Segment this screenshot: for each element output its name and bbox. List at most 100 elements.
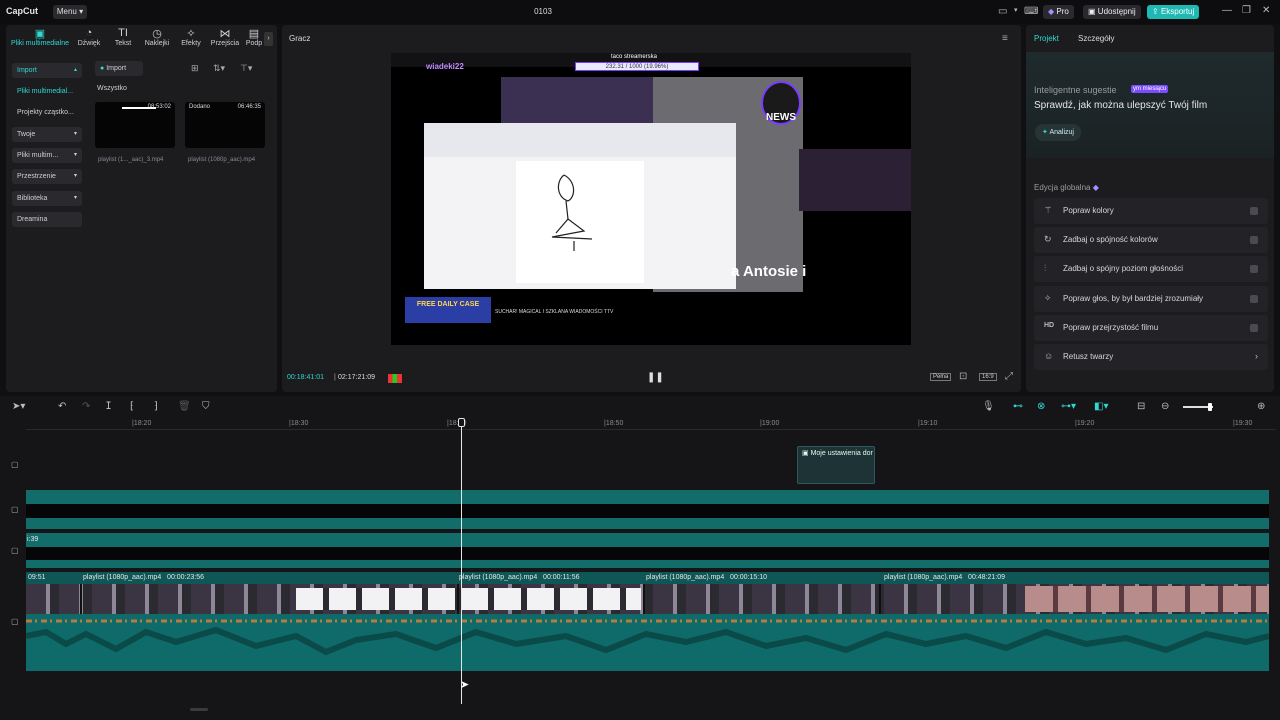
global-item-volume[interactable]: ⫶ Zadbaj o spójny poziom głośności <box>1034 256 1268 282</box>
track-lock-icon[interactable]: ▢ <box>11 460 19 469</box>
tab-captions[interactable]: ▤ Podp <box>242 27 266 51</box>
toggle[interactable] <box>1250 236 1258 244</box>
magnet-icon[interactable]: ⊷ <box>1013 401 1023 412</box>
layout-dropdown-icon[interactable]: ▾ <box>1014 6 1018 14</box>
tabs-scroll-right-icon[interactable]: › <box>264 32 273 46</box>
toggle[interactable] <box>1250 265 1258 273</box>
fullscreen-icon[interactable]: ⤢ <box>1005 371 1013 382</box>
transitions-icon: ⋈ <box>219 28 231 40</box>
playhead[interactable] <box>461 420 462 704</box>
fit-icon[interactable]: ⊡ <box>959 371 967 382</box>
text-clip-label: ▣ Moje ustawienia dor <box>802 450 873 457</box>
sort-icon[interactable]: ⇅▾ <box>213 63 225 74</box>
undo-icon[interactable]: ↶ <box>58 401 66 412</box>
stick-figure-drawing <box>551 174 593 251</box>
tab-stickers[interactable]: ◷ Naklejki <box>140 27 174 51</box>
shortcuts-icon[interactable]: ⌨ <box>1024 6 1038 17</box>
timeline-scrollbar[interactable] <box>190 708 208 711</box>
sidebar-item-dreamina[interactable]: Dreamina <box>12 212 82 227</box>
track-lock-icon[interactable]: ▢ <box>11 617 19 626</box>
global-item-face[interactable]: ☺ Retusz twarzy › <box>1034 344 1268 370</box>
split-right-icon[interactable]: ⁆ <box>154 401 158 412</box>
analyze-button[interactable]: ✦ Analizuj <box>1035 124 1081 141</box>
sidebar-item-media-2[interactable]: Pliki multim... ▾ <box>12 148 82 163</box>
chevron-down-icon: ▾ <box>73 195 77 201</box>
maximize-icon[interactable]: ❐ <box>1242 5 1251 16</box>
zoom-slider-handle[interactable] <box>1208 403 1212 411</box>
tab-audio[interactable]: ◔ Dźwięk <box>72 27 106 51</box>
webcam-overlay <box>799 149 911 211</box>
sidebar-item-yours[interactable]: Twoje ▾ <box>12 127 82 142</box>
layout-icon[interactable]: ▭ <box>998 6 1007 17</box>
redo-icon[interactable]: ↷ <box>82 401 90 412</box>
delete-icon[interactable]: 🗑 <box>178 401 191 412</box>
zoom-in-icon[interactable]: ⊕ <box>1257 401 1265 412</box>
import-button[interactable]: ● Import <box>95 61 143 76</box>
global-item-clarity[interactable]: HD Popraw przejrzystość filmu <box>1034 315 1268 341</box>
share-button[interactable]: ▣ Udostępnij <box>1083 5 1141 19</box>
media-thumb-2[interactable]: Dodano 06:46:35 <box>185 102 265 148</box>
track-icon[interactable]: ◧▾ <box>1094 401 1108 412</box>
sidebar-item-projects[interactable]: Projekty cząstko... <box>12 105 82 120</box>
news-logo: NEWS <box>761 81 801 125</box>
clip-duration: 06:46:35 <box>237 104 261 110</box>
tab-media[interactable]: ▣ Pliki multimedialne <box>8 27 72 51</box>
text-clip[interactable]: ▣ Moje ustawienia dor <box>797 446 875 484</box>
zoom-out-icon[interactable]: ⊖ <box>1161 401 1169 412</box>
paint-toolbar <box>424 123 736 157</box>
export-button[interactable]: ⇪ Eksportuj <box>1147 5 1200 19</box>
minimize-icon[interactable]: — <box>1222 5 1232 16</box>
tab-details[interactable]: Szczegóły <box>1078 34 1114 43</box>
video-preview[interactable]: taco streamerska 232.31 / 1000 (19.96%) … <box>391 53 911 345</box>
video-thumbnail-face <box>1025 586 1269 612</box>
track-lock-icon[interactable]: ▢ <box>11 546 19 555</box>
tab-project[interactable]: Projekt <box>1034 34 1059 43</box>
split-left-icon[interactable]: ⁅ <box>130 401 134 412</box>
ruler-label: |18:30 <box>289 420 309 427</box>
tab-effects[interactable]: ✧ Efekty <box>174 27 208 51</box>
sidebar-item-spaces[interactable]: Przestrzenie ▾ <box>12 169 82 184</box>
chevron-down-icon: ▾ <box>73 131 77 137</box>
grid-view-icon[interactable]: ⊞ <box>191 63 199 74</box>
sidebar-item-media[interactable]: Pliki multimedial... <box>12 84 82 99</box>
microphone-icon[interactable]: 🎙 <box>982 401 995 412</box>
audio-waveform[interactable] <box>25 614 1270 671</box>
stream-goal-bar: 232.31 / 1000 (19.96%) <box>575 62 699 71</box>
fit-timeline-icon[interactable]: ⊟ <box>1137 401 1145 412</box>
chevron-up-icon: ▴ <box>73 67 77 73</box>
toggle[interactable] <box>1250 295 1258 303</box>
player-menu-icon[interactable]: ≡ <box>1002 33 1008 44</box>
effects-icon: ✧ <box>186 28 196 40</box>
link-icon[interactable]: ⊗ <box>1037 401 1045 412</box>
tab-transitions[interactable]: ⋈ Przejścia <box>208 27 242 51</box>
playhead-handle[interactable] <box>458 418 465 427</box>
media-thumb-1[interactable]: 08:53:02 <box>95 102 175 148</box>
overlay-track-2[interactable]: i:39 <box>26 533 1269 547</box>
global-item-color[interactable]: ⚚ Popraw kolory <box>1034 198 1268 224</box>
global-item-voice[interactable]: ✧ Popraw głos, by był bardziej zrozumiały <box>1034 286 1268 312</box>
overlay-track-1[interactable] <box>26 490 1269 504</box>
toggle[interactable] <box>1250 207 1258 215</box>
ratio-button[interactable]: 16:9 <box>979 373 997 381</box>
track-lock-icon[interactable]: ▢ <box>11 505 19 514</box>
toggle[interactable] <box>1250 324 1258 332</box>
pause-icon[interactable]: ❚❚ <box>647 372 664 383</box>
diamond-icon: ◆ <box>1048 7 1055 16</box>
filter-icon[interactable]: ⊤▾ <box>240 63 252 74</box>
color-match-icon: ↻ <box>1044 234 1052 244</box>
sidebar-import[interactable]: Import ▴ <box>12 63 82 78</box>
clip-thumbnail-line <box>122 107 156 109</box>
global-item-color-match[interactable]: ↻ Zadbaj o spójność kolorów <box>1034 227 1268 253</box>
close-icon[interactable]: ✕ <box>1262 5 1270 16</box>
preview-axis-icon[interactable]: ⊶▾ <box>1061 401 1076 412</box>
split-icon[interactable]: ⵊ <box>106 401 111 412</box>
tab-text[interactable]: TI Tekst <box>106 27 140 51</box>
shield-icon[interactable]: ⛉ <box>202 401 210 412</box>
overlay-track-1-audio <box>26 518 1269 529</box>
select-tool-icon[interactable]: ➤▾ <box>12 401 25 412</box>
filter-all[interactable]: Wszystko <box>97 85 127 92</box>
ruler-label: |18:20 <box>132 420 152 427</box>
pro-button[interactable]: ◆ Pro <box>1043 5 1074 19</box>
full-quality-button[interactable]: Pełna <box>930 373 952 381</box>
sidebar-item-library[interactable]: Biblioteka ▾ <box>12 191 82 206</box>
